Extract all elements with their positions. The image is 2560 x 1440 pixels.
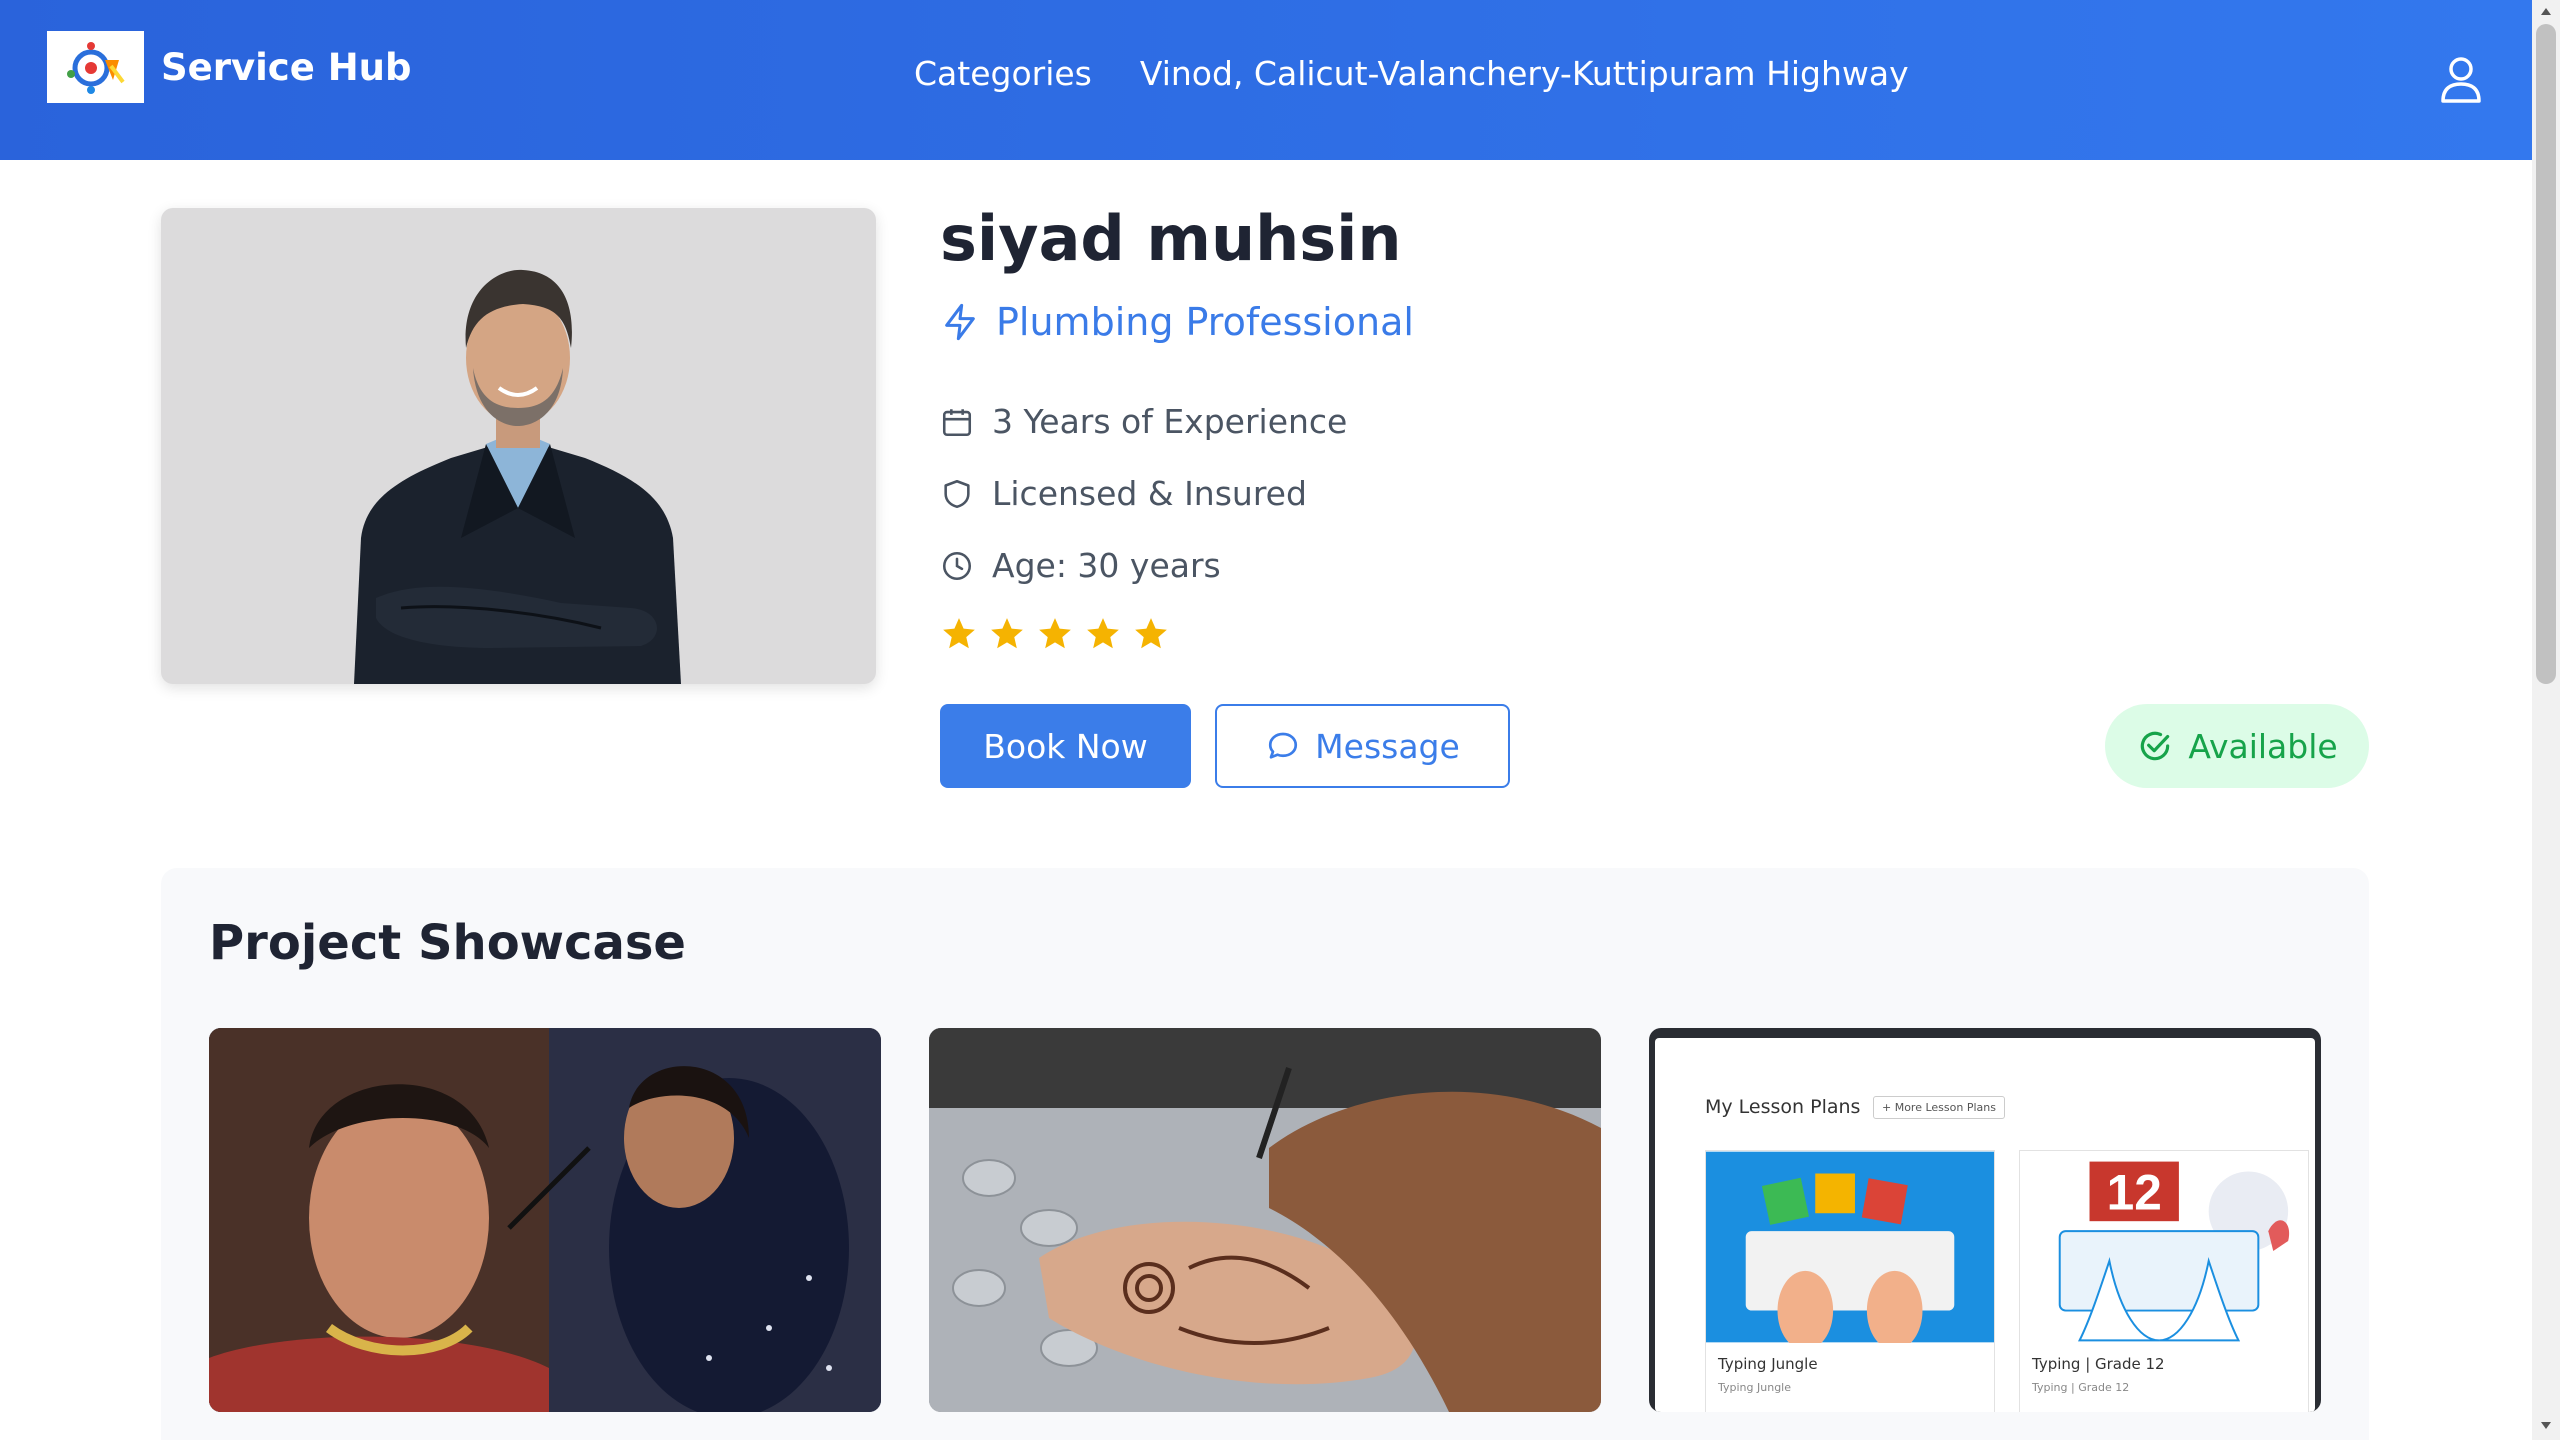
book-now-button[interactable]: Book Now	[940, 704, 1191, 788]
age-text: Age: 30 years	[992, 546, 1221, 585]
typing-jungle-image	[1706, 1151, 1994, 1351]
lesson-plans-title: My Lesson Plans	[1705, 1096, 1861, 1118]
profile-portrait-image	[354, 269, 681, 684]
star-icon	[1135, 618, 1167, 649]
availability-text: Available	[2188, 726, 2338, 766]
lesson-tile: Typing Jungle Typing Jungle	[1705, 1150, 1995, 1412]
lesson-tile: 12 Typing | Grade 12 Typing | Grade 12	[2019, 1150, 2309, 1412]
project-card-henna[interactable]	[929, 1028, 1601, 1412]
more-lesson-plans-button: + More Lesson Plans	[1873, 1096, 2005, 1119]
user-icon[interactable]	[2439, 56, 2483, 104]
lesson-tile-name: Typing Jungle	[1718, 1355, 1818, 1373]
brand-name[interactable]: Service Hub	[161, 46, 412, 89]
project-showcase: Project Showcase My Lesson Plans + More …	[161, 868, 2369, 1440]
typing-grade-image: 12	[2020, 1151, 2308, 1343]
shield-icon	[944, 479, 970, 508]
nav-categories[interactable]: Categories	[914, 54, 1092, 93]
makeup-photo	[209, 1028, 881, 1412]
grade-badge: 12	[2107, 1164, 2162, 1220]
message-button-label: Message	[1315, 726, 1460, 766]
brand[interactable]: Service Hub	[47, 31, 412, 103]
star-icon	[1087, 618, 1119, 649]
lesson-tile-subtitle: Typing Jungle	[1718, 1381, 1791, 1394]
message-button[interactable]: Message	[1215, 704, 1510, 788]
brand-logo[interactable]	[47, 31, 144, 103]
star-rating	[940, 615, 1170, 653]
scroll-down-arrow-icon[interactable]	[2541, 1422, 2551, 1429]
chat-bubble-icon	[1269, 732, 1298, 759]
experience-row: 3 Years of Experience	[940, 402, 1347, 441]
star-icon	[943, 618, 975, 649]
logo-icon	[66, 42, 125, 94]
age-row: Age: 30 years	[940, 546, 1221, 585]
provider-name: siyad muhsin	[940, 202, 1402, 275]
calendar-icon	[942, 408, 972, 436]
lesson-tile-name: Typing | Grade 12	[2032, 1355, 2165, 1373]
star-icon	[991, 618, 1023, 649]
lesson-tile-subtitle: Typing | Grade 12	[2032, 1381, 2130, 1394]
main-nav: Categories Vinod, Calicut-Valanchery-Kut…	[914, 54, 1909, 93]
check-circle-icon	[2141, 731, 2170, 761]
lesson-plans-screenshot: My Lesson Plans + More Lesson Plans Typi…	[1655, 1038, 2315, 1412]
experience-text: 3 Years of Experience	[992, 402, 1348, 441]
star-icon	[1039, 618, 1071, 649]
license-row: Licensed & Insured	[940, 474, 1307, 513]
scroll-thumb[interactable]	[2536, 24, 2556, 684]
nav-location[interactable]: Vinod, Calicut-Valanchery-Kuttipuram Hig…	[1140, 54, 1909, 93]
profession-label: Plumbing Professional	[996, 300, 1414, 344]
project-card-makeup[interactable]	[209, 1028, 881, 1412]
project-card-lesson-plans[interactable]: My Lesson Plans + More Lesson Plans Typi…	[1649, 1028, 2321, 1412]
top-navbar: Service Hub Categories Vinod, Calicut-Va…	[0, 0, 2532, 160]
showcase-title: Project Showcase	[209, 915, 686, 971]
profile-photo	[161, 208, 876, 684]
page-scrollbar[interactable]	[2532, 0, 2560, 1440]
license-text: Licensed & Insured	[992, 474, 1307, 513]
henna-photo	[929, 1028, 1601, 1412]
availability-badge: Available	[2105, 704, 2369, 788]
profession: Plumbing Professional	[940, 300, 1414, 344]
clock-icon	[942, 551, 972, 580]
scroll-up-arrow-icon[interactable]	[2541, 8, 2551, 15]
lightning-icon	[945, 303, 975, 341]
